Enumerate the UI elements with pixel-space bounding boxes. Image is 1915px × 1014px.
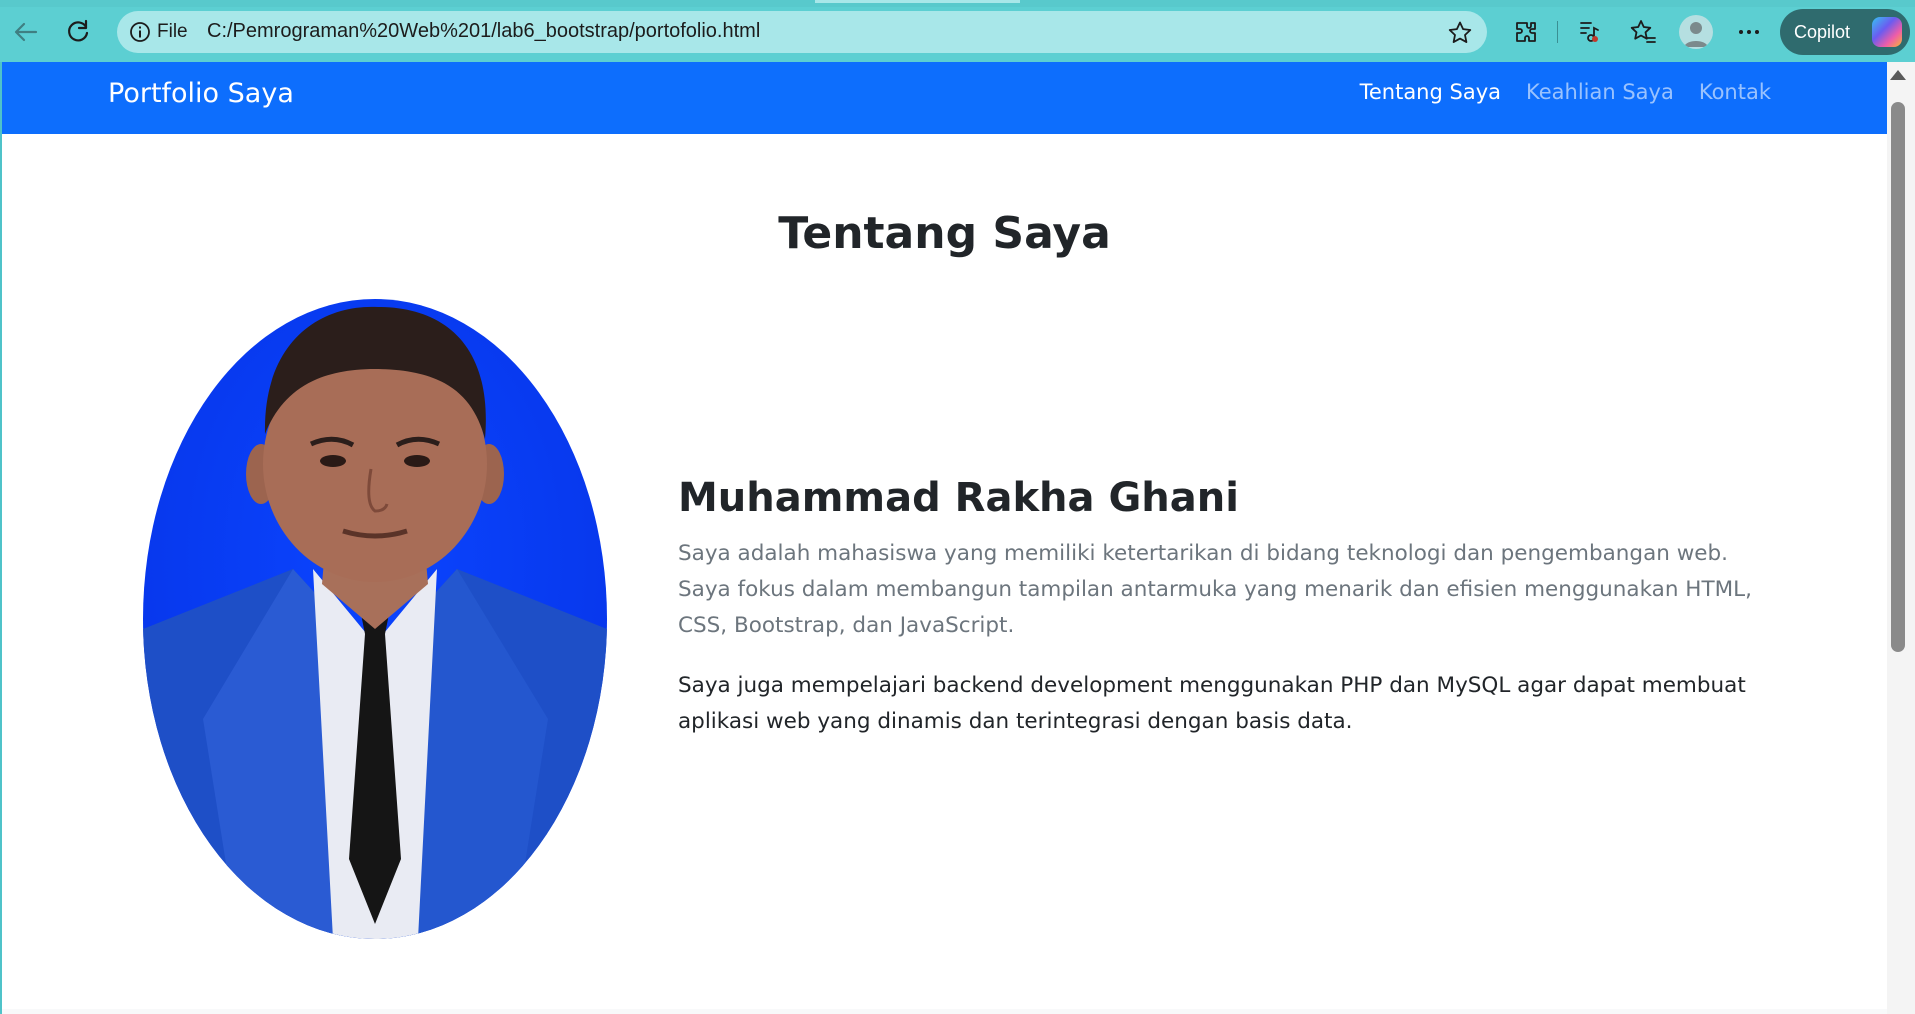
toolbar-separator (1557, 21, 1558, 43)
address-bar[interactable]: File C:/Pemrograman%20Web%201/lab6_boots… (117, 11, 1487, 53)
copilot-label: Copilot (1794, 21, 1851, 42)
nav-link-kontak[interactable]: Kontak (1699, 80, 1771, 104)
browser-toolbar: File C:/Pemrograman%20Web%201/lab6_boots… (0, 0, 1915, 62)
tab-strip (0, 0, 1915, 7)
about-paragraph: Saya juga mempelajari backend developmen… (678, 673, 1746, 734)
section-title: Tentang Saya (778, 208, 1111, 259)
back-button[interactable] (8, 14, 44, 50)
media-icon[interactable] (1570, 14, 1606, 50)
nav-link-tentang-saya[interactable]: Tentang Saya (1360, 80, 1501, 104)
scrollbar-thumb[interactable] (1891, 102, 1905, 652)
next-section-edge (2, 1009, 1887, 1014)
url-scheme-label: File (157, 21, 188, 42)
nav-link-keahlian-saya[interactable]: Keahlian Saya (1526, 80, 1674, 104)
navbar: Portfolio Saya Tentang Saya Keahlian Say… (2, 62, 1887, 134)
navbar-brand[interactable]: Portfolio Saya (108, 78, 294, 109)
navbar-links: Tentang Saya Keahlian Saya Kontak (1360, 80, 1771, 104)
url-text[interactable]: C:/Pemrograman%20Web%201/lab6_bootstrap/… (207, 20, 760, 43)
profile-photo (143, 299, 607, 939)
active-tab-indicator (815, 0, 1020, 3)
extensions-icon[interactable] (1508, 14, 1544, 50)
scroll-up-icon[interactable] (1890, 70, 1906, 80)
vertical-scrollbar[interactable] (1887, 62, 1915, 1014)
star-icon[interactable] (1447, 20, 1473, 50)
page-viewport: Portfolio Saya Tentang Saya Keahlian Say… (2, 62, 1887, 1014)
copilot-icon (1872, 17, 1902, 47)
about-lead-text: Saya adalah mahasiswa yang memiliki kete… (678, 541, 1752, 638)
copilot-button[interactable]: Copilot (1780, 9, 1910, 55)
profile-icon[interactable] (1679, 15, 1713, 49)
reload-icon (68, 19, 89, 42)
info-icon[interactable] (129, 21, 151, 47)
person-name: Muhammad Rakha Ghani (678, 475, 1239, 521)
reload-button[interactable] (60, 14, 96, 50)
back-arrow-icon (14, 22, 38, 42)
more-icon[interactable] (1731, 14, 1767, 50)
favorites-icon[interactable] (1625, 14, 1661, 50)
